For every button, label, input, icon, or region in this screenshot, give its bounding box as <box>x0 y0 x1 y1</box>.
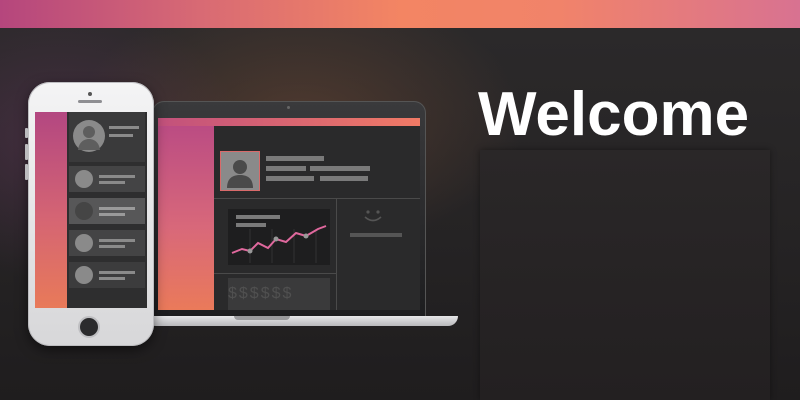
laptop-app-header <box>158 118 420 126</box>
divider <box>214 198 420 199</box>
list-avatar <box>75 202 93 220</box>
list-text-placeholder <box>99 239 135 242</box>
laptop-camera <box>287 106 290 109</box>
list-text-placeholder <box>99 213 125 216</box>
laptop-notch <box>234 316 290 320</box>
top-accent-bar <box>0 0 800 28</box>
phone-home-button <box>78 316 100 338</box>
widget-text-placeholder <box>350 233 402 237</box>
list-item <box>69 198 145 224</box>
phone-app-sidebar <box>35 112 67 308</box>
hero-banner: Welcome $$$$$$ <box>0 0 800 400</box>
divider <box>336 198 337 310</box>
laptop-app-sidebar <box>158 126 214 310</box>
welcome-heading: Welcome <box>478 80 750 149</box>
phone-camera <box>88 92 92 96</box>
list-item <box>69 230 145 256</box>
profile-text-placeholder <box>266 166 306 171</box>
list-text-placeholder <box>109 126 139 129</box>
dollar-icon: $$$$$$ <box>228 278 330 310</box>
phone-side-button <box>25 164 28 180</box>
phone-screen <box>35 112 147 308</box>
user-avatar-icon <box>220 151 260 191</box>
phone-illustration <box>25 82 154 346</box>
laptop-base <box>146 316 458 326</box>
phone-profile-card <box>69 112 145 162</box>
phone-speaker <box>78 100 102 103</box>
profile-text-placeholder <box>320 176 368 181</box>
content-panel <box>480 150 770 400</box>
profile-name-placeholder <box>266 156 324 161</box>
list-text-placeholder <box>99 271 135 274</box>
list-item <box>69 166 145 192</box>
list-avatar <box>75 234 93 252</box>
laptop-screen: $$$$$$ <box>158 118 420 310</box>
laptop-illustration: $$$$$$ <box>152 101 426 317</box>
list-avatar <box>75 170 93 188</box>
profile-text-placeholder <box>266 176 314 181</box>
line-chart-icon <box>228 209 330 265</box>
smile-icon <box>358 206 388 226</box>
list-text-placeholder <box>99 277 125 280</box>
user-avatar-icon <box>73 120 105 152</box>
list-text-placeholder <box>109 134 133 137</box>
phone-side-button <box>25 128 28 138</box>
list-text-placeholder <box>99 181 125 184</box>
profile-text-placeholder <box>310 166 370 171</box>
list-text-placeholder <box>99 207 135 210</box>
list-text-placeholder <box>99 175 135 178</box>
list-item <box>69 262 145 288</box>
list-text-placeholder <box>99 245 125 248</box>
divider <box>214 273 336 274</box>
phone-side-button <box>25 144 28 160</box>
list-avatar <box>75 266 93 284</box>
